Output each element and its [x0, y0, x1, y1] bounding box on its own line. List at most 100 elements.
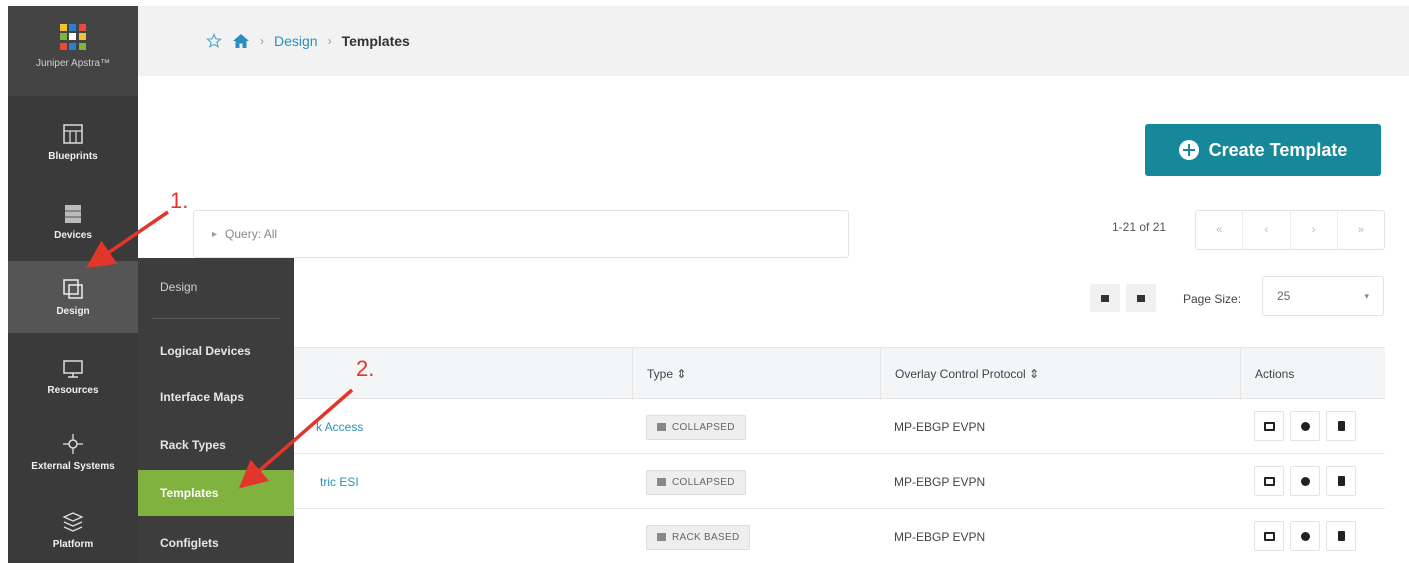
last-page-button[interactable]: » [1338, 211, 1384, 249]
next-page-button[interactable]: › [1291, 211, 1338, 249]
type-badge: COLLAPSED [646, 414, 746, 440]
flyout-divider [152, 318, 280, 319]
create-template-label: Create Template [1208, 139, 1348, 160]
template-name-link[interactable]: tric ESI [308, 475, 359, 489]
clone-icon [1300, 476, 1310, 486]
sidebar-item-label: Devices [54, 229, 92, 241]
sidebar-item-label: External Systems [31, 460, 115, 472]
sidebar-item-label: Blueprints [48, 150, 98, 162]
external-systems-icon [63, 433, 83, 454]
pagination-count: 1-21 of 21 [1112, 220, 1167, 234]
sidebar-item-design[interactable]: Design [8, 261, 138, 333]
breadcrumb-separator: › [327, 34, 332, 48]
breadcrumb-bar: › Design › Templates [138, 6, 1409, 76]
clone-button[interactable] [1290, 521, 1320, 551]
overlay-protocol: MP-EBGP EVPN [894, 420, 986, 434]
flyout-item-logical-devices[interactable]: Logical Devices [138, 328, 294, 374]
sidebar-item-label: Resources [47, 384, 99, 396]
edit-button[interactable] [1254, 466, 1284, 496]
edit-button[interactable] [1254, 411, 1284, 441]
table-row: k Access COLLAPSED MP-EBGP EVPN [294, 400, 1385, 454]
chevron-down-icon: ▾ [1364, 290, 1369, 301]
type-badge: RACK BASED [646, 524, 751, 550]
table-row: tric ESI COLLAPSED MP-EBGP EVPN [294, 455, 1385, 509]
column-header-label: Type ⇕ [647, 367, 687, 381]
column-header-label: Overlay Control Protocol ⇕ [895, 367, 1040, 381]
card-view-icon [1101, 294, 1109, 302]
logo[interactable]: Juniper Apstra™ [8, 6, 138, 96]
template-name-link[interactable]: k Access [308, 420, 363, 434]
sidebar-item-platform[interactable]: Platform [8, 494, 138, 563]
step1-label: 1. [170, 188, 189, 213]
flyout-item-templates[interactable]: Templates [138, 470, 294, 516]
page-size-select[interactable]: 25 ▾ [1262, 276, 1384, 316]
table-row: RACK BASED MP-EBGP EVPN [294, 510, 1385, 563]
pagination-controls: « ‹ › » [1195, 210, 1385, 250]
edit-icon [1263, 421, 1275, 431]
column-header-label: Actions [1255, 367, 1295, 381]
edit-icon [1263, 531, 1275, 541]
type-label: COLLAPSED [672, 421, 735, 433]
overlay-protocol: MP-EBGP EVPN [894, 475, 986, 489]
column-header-type[interactable]: Type ⇕ [632, 348, 880, 400]
card-view-toggle[interactable] [1090, 284, 1120, 312]
juniper-logo-icon [60, 24, 86, 50]
sidebar-item-resources[interactable]: Resources [8, 341, 138, 413]
type-label: COLLAPSED [672, 476, 735, 488]
home-icon[interactable] [232, 33, 250, 49]
sidebar-item-external-systems[interactable]: External Systems [8, 416, 138, 488]
delete-button[interactable] [1326, 521, 1356, 551]
query-text: Query: All [225, 227, 278, 241]
overlay-protocol: MP-EBGP EVPN [894, 530, 986, 544]
star-icon[interactable] [206, 33, 222, 49]
flyout-header-design[interactable]: Design [138, 264, 294, 310]
sidebar-item-devices[interactable]: Devices [8, 186, 138, 258]
table-header: Type ⇕ Overlay Control Protocol ⇕ Action… [294, 347, 1385, 400]
resources-icon [63, 359, 83, 378]
type-badge: COLLAPSED [646, 469, 746, 495]
trash-icon [1337, 476, 1345, 486]
page-size-value: 25 [1277, 289, 1291, 303]
rack-based-type-icon [657, 533, 666, 541]
sidebar-item-label: Design [56, 305, 90, 317]
clone-button[interactable] [1290, 411, 1320, 441]
edit-icon [1263, 476, 1275, 486]
logo-text: Juniper Apstra™ [36, 58, 110, 69]
flyout-item-configlets[interactable]: Configlets [138, 520, 294, 563]
breadcrumb-separator: › [260, 34, 264, 48]
step2-label: 2. [356, 356, 375, 381]
create-template-button[interactable]: Create Template [1145, 124, 1381, 176]
blueprints-icon [63, 123, 83, 144]
collapsed-type-icon [657, 478, 666, 486]
trash-icon [1337, 531, 1345, 541]
type-label: RACK BASED [672, 531, 740, 543]
design-flyout-menu: Design Logical Devices Interface Maps Ra… [138, 258, 294, 563]
chevron-right-icon: ▸ [212, 228, 218, 240]
collapsed-type-icon [657, 423, 666, 431]
sidebar-item-label: Platform [52, 538, 94, 550]
column-header-overlay-protocol[interactable]: Overlay Control Protocol ⇕ [880, 348, 1240, 400]
delete-button[interactable] [1326, 466, 1356, 496]
first-page-button[interactable]: « [1196, 211, 1244, 249]
flyout-item-interface-maps[interactable]: Interface Maps [138, 374, 294, 420]
delete-button[interactable] [1326, 411, 1356, 441]
query-input[interactable]: ▸ Query: All [193, 210, 849, 258]
breadcrumb-design-link[interactable]: Design [274, 33, 318, 49]
sidebar-item-blueprints[interactable]: Blueprints [8, 106, 138, 178]
devices-icon [65, 204, 81, 223]
clone-icon [1300, 421, 1310, 431]
previous-page-button[interactable]: ‹ [1243, 211, 1291, 249]
plus-circle-icon [1178, 140, 1199, 160]
page-size-label: Page Size: [1183, 292, 1242, 306]
table-view-icon [1137, 294, 1145, 302]
trash-icon [1337, 421, 1345, 431]
flyout-item-rack-types[interactable]: Rack Types [138, 422, 294, 468]
edit-button[interactable] [1254, 521, 1284, 551]
clone-button[interactable] [1290, 466, 1320, 496]
table-view-toggle[interactable] [1126, 284, 1156, 312]
left-navigation: Juniper Apstra™ Blueprints Devices Desig… [8, 6, 138, 563]
design-icon [63, 278, 83, 299]
clone-icon [1300, 531, 1310, 541]
platform-icon [62, 511, 84, 532]
column-header-actions: Actions [1240, 348, 1385, 400]
